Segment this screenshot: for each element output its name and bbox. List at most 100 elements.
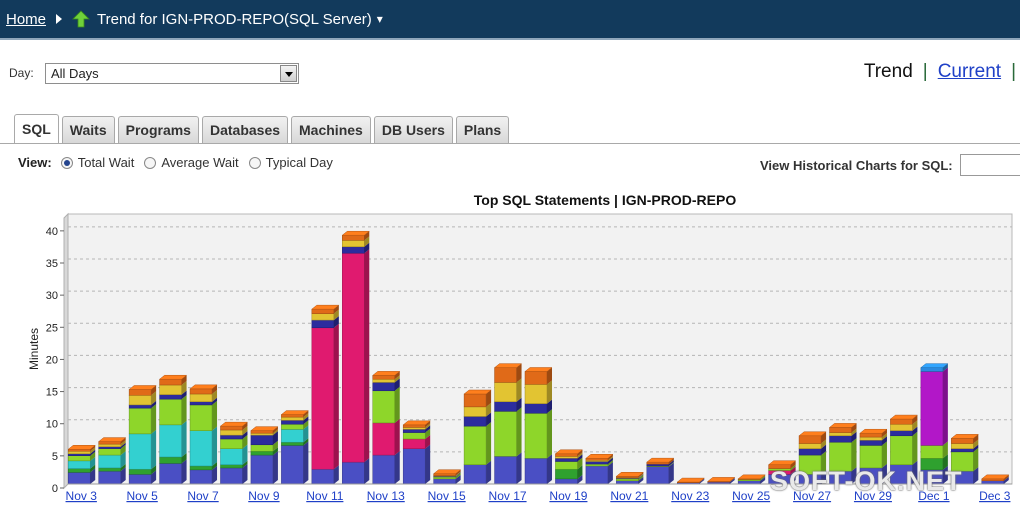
bar-segment bbox=[67, 449, 91, 452]
radio-average-wait[interactable] bbox=[144, 156, 157, 169]
bar-segment-side bbox=[181, 420, 187, 457]
bar-segment bbox=[890, 435, 913, 465]
radio-typical-day[interactable] bbox=[248, 156, 261, 169]
x-tick-label[interactable]: Nov 17 bbox=[489, 489, 527, 503]
bar-top bbox=[463, 389, 492, 395]
radio-label-typical-day[interactable]: Typical Day bbox=[266, 155, 333, 170]
bar-segment bbox=[555, 461, 578, 470]
view-mode-links: Trend | Current | bbox=[864, 61, 1016, 83]
historical-charts-label: View Historical Charts for SQL: bbox=[760, 158, 953, 173]
y-tick-label: 25 bbox=[46, 322, 58, 334]
tab-waits[interactable]: Waits bbox=[61, 116, 115, 143]
bar-segment bbox=[494, 411, 517, 457]
bar-segment bbox=[402, 429, 426, 433]
bar-segment bbox=[342, 461, 365, 485]
bar-segment bbox=[524, 413, 548, 459]
bar-segment-side bbox=[181, 395, 187, 425]
title-dropdown-caret-icon[interactable]: ▾ bbox=[377, 12, 383, 26]
view-options: View: Total Wait Average Wait Typical Da… bbox=[18, 155, 343, 170]
bar-segment bbox=[920, 367, 944, 372]
bar-segment bbox=[646, 461, 670, 465]
x-tick-label[interactable]: Nov 15 bbox=[428, 489, 466, 503]
bar-segment bbox=[951, 443, 974, 449]
bar-segment bbox=[372, 375, 395, 380]
bar-segment-side bbox=[486, 422, 492, 465]
bar-segment bbox=[311, 468, 335, 485]
bar-segment bbox=[433, 476, 456, 480]
home-link[interactable]: Home bbox=[6, 11, 46, 28]
x-tick-label[interactable]: Nov 5 bbox=[126, 489, 158, 503]
x-tick-label[interactable]: Nov 19 bbox=[549, 489, 587, 503]
radio-total-wait[interactable] bbox=[60, 156, 73, 169]
bar-segment bbox=[646, 466, 670, 485]
bar-segment bbox=[128, 395, 152, 406]
bar-segment bbox=[250, 430, 274, 434]
tab-databases[interactable]: Databases bbox=[201, 116, 289, 143]
bar-segment bbox=[189, 393, 213, 402]
tab-divider bbox=[0, 143, 1020, 144]
bar-segment bbox=[524, 384, 548, 404]
bar-segment bbox=[98, 470, 121, 485]
bar-segment bbox=[128, 468, 152, 475]
bar-top bbox=[706, 477, 736, 482]
bar-segment bbox=[402, 427, 426, 430]
y-tick-label: 15 bbox=[46, 387, 58, 399]
radio-label-total-wait[interactable]: Total Wait bbox=[78, 155, 135, 170]
historical-sql-input[interactable] bbox=[960, 154, 1020, 176]
bar-top bbox=[402, 420, 431, 426]
x-tick-label[interactable]: Nov 7 bbox=[187, 489, 219, 503]
bar-segment bbox=[342, 234, 365, 241]
x-tick-label[interactable]: Nov 23 bbox=[671, 489, 709, 503]
bar-segment-side bbox=[973, 447, 979, 472]
bar-segment-side bbox=[364, 458, 370, 484]
bar-segment-side bbox=[547, 380, 552, 404]
bar-segment-side bbox=[942, 367, 948, 446]
breadcrumb-bar: Home Trend for IGN-PROD-REPO(SQL Server)… bbox=[0, 0, 1020, 40]
bar-segment bbox=[159, 384, 182, 395]
current-link[interactable]: Current bbox=[938, 61, 1001, 83]
bar-segment-side bbox=[486, 460, 492, 484]
bar-segment bbox=[159, 398, 182, 426]
tab-db-users[interactable]: DB Users bbox=[373, 116, 453, 143]
bar-segment bbox=[555, 458, 578, 462]
bar-top bbox=[432, 469, 462, 474]
bar-top bbox=[341, 230, 371, 236]
bar-top bbox=[646, 457, 675, 463]
x-tick-label[interactable]: Nov 11 bbox=[306, 489, 343, 503]
tab-machines[interactable]: Machines bbox=[291, 116, 371, 143]
bar-segment bbox=[829, 427, 852, 433]
bar-segment-side bbox=[881, 441, 887, 468]
x-tick-label[interactable]: Nov 21 bbox=[610, 489, 648, 503]
x-tick-label[interactable]: Dec 3 bbox=[979, 489, 1011, 503]
bar-segment bbox=[311, 308, 335, 314]
bar-segment-side bbox=[151, 429, 157, 470]
bar-segment bbox=[372, 454, 395, 485]
tab-sql[interactable]: SQL bbox=[14, 114, 59, 143]
bar-segment bbox=[555, 453, 578, 457]
bar-segment bbox=[798, 448, 822, 456]
bar-segment bbox=[98, 448, 121, 456]
tab-programs[interactable]: Programs bbox=[117, 116, 199, 143]
page-title[interactable]: Trend for IGN-PROD-REPO(SQL Server) bbox=[97, 11, 372, 28]
day-select-value: All Days bbox=[51, 66, 99, 81]
bar-segment-side bbox=[364, 249, 370, 463]
tab-plans[interactable]: Plans bbox=[455, 116, 510, 143]
bar-segment-side bbox=[516, 407, 522, 457]
x-tick-label[interactable]: Nov 13 bbox=[367, 489, 405, 503]
day-select[interactable]: All Days bbox=[45, 63, 299, 84]
radio-label-average-wait[interactable]: Average Wait bbox=[161, 155, 238, 170]
trend-link[interactable]: Trend bbox=[864, 61, 913, 83]
x-tick-label[interactable]: Nov 3 bbox=[66, 489, 98, 503]
chevron-down-icon[interactable] bbox=[280, 65, 297, 82]
bar-segment bbox=[128, 404, 152, 409]
bar-segment bbox=[859, 436, 883, 441]
x-tick-label[interactable]: Nov 25 bbox=[732, 489, 770, 503]
y-tick-label: 5 bbox=[52, 451, 58, 463]
bar-segment bbox=[951, 438, 974, 444]
bar-segment-side bbox=[151, 404, 157, 434]
bar-top bbox=[493, 363, 523, 368]
bar-segment-side bbox=[547, 409, 552, 459]
x-tick-label[interactable]: Nov 9 bbox=[248, 489, 280, 503]
bar-segment-side bbox=[333, 323, 339, 470]
bar-segment bbox=[281, 445, 304, 485]
